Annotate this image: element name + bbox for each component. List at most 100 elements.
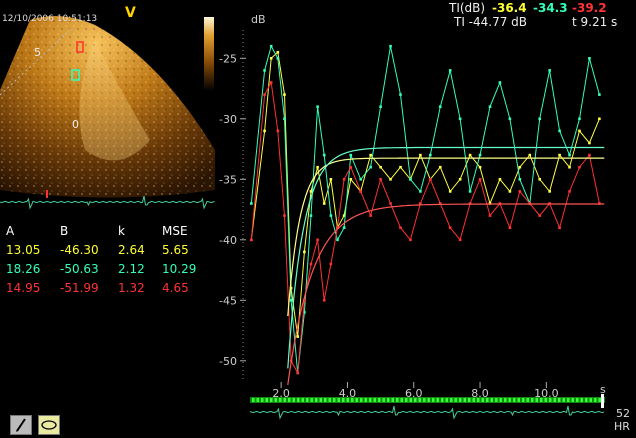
tic-data-point — [508, 117, 512, 121]
timeline-frame-mark — [472, 398, 475, 402]
fit-a: 14.95 — [6, 281, 41, 295]
tic-data-point — [296, 335, 300, 338]
tic-data-point — [309, 262, 313, 266]
tic-data-point — [269, 44, 273, 48]
timeline-frame-mark — [490, 398, 493, 402]
tic-data-point — [578, 165, 581, 169]
timeline-frame-mark — [526, 398, 529, 402]
timeline-frame-mark — [517, 398, 520, 402]
tic-data-point — [379, 178, 382, 181]
tic-data-point — [316, 165, 319, 169]
header-b: B — [60, 224, 69, 238]
tic-data-point — [419, 153, 422, 157]
tic-data-point — [399, 93, 402, 96]
tic-data-point — [329, 214, 333, 217]
tic-data-point — [458, 117, 462, 121]
tic-data-point — [399, 226, 402, 229]
tic-data-point — [349, 165, 353, 169]
tic-data-point — [518, 190, 522, 193]
timeline-frame-mark — [549, 398, 552, 402]
timeline-frame-mark — [445, 398, 448, 402]
grayscale-bar — [204, 17, 214, 91]
timeline-frame-mark — [405, 398, 408, 402]
tic-data-point — [399, 165, 402, 169]
fit-table-header: A B k MSE — [6, 222, 202, 241]
tic-data-point — [448, 190, 452, 193]
tic-data-point — [303, 250, 306, 254]
tic-data-point — [588, 153, 591, 157]
fit-a: 18.26 — [6, 262, 41, 276]
tic-data-point — [429, 178, 432, 181]
tic-data-point — [538, 214, 542, 217]
tic-data-point — [478, 153, 482, 157]
tic-data-point — [498, 178, 502, 181]
tic-series-line — [250, 44, 600, 373]
tic-data-point — [276, 57, 280, 60]
timeline-frame-mark — [423, 398, 426, 402]
tic-data-point — [283, 117, 286, 121]
tic-data-point — [558, 226, 561, 229]
fit-mse: 5.65 — [162, 243, 189, 257]
timeline-frame-mark — [418, 398, 421, 402]
timeline-frame-mark — [414, 398, 417, 402]
tic-data-point — [342, 226, 346, 229]
timeline-frame-mark — [351, 398, 354, 402]
tic-data-point — [322, 202, 326, 205]
tic-data-point — [329, 262, 333, 266]
pencil-icon — [16, 418, 26, 432]
timeline-frame-mark — [463, 398, 466, 402]
tic-data-point — [448, 69, 452, 72]
ultrasound-image: 12/10/2006 10:51:13 V 5 0 — [0, 5, 215, 198]
fit-row-red: 14.95 -51.99 1.32 4.65 — [6, 279, 202, 298]
tic-data-point — [438, 165, 442, 169]
timeline-frame-mark — [594, 398, 597, 402]
timeline-frame-mark — [373, 398, 376, 402]
tic-data-point — [588, 57, 591, 60]
y-tick-label: -40 — [219, 234, 237, 247]
timeline-frame-mark — [382, 398, 385, 402]
timeline-frame-mark — [598, 398, 601, 402]
tic-data-point — [389, 178, 392, 181]
y-tick-label: -30 — [219, 113, 237, 126]
timeline-frame-mark — [360, 398, 363, 402]
tic-data-point — [409, 178, 412, 181]
tic-data-point — [309, 190, 313, 193]
fit-b: -46.30 — [60, 243, 99, 257]
timeline-frame-mark — [387, 398, 390, 402]
tic-data-point — [322, 299, 326, 302]
timeline-frame-mark — [297, 398, 300, 402]
timeline-frame-mark — [378, 398, 381, 402]
tic-data-point — [448, 226, 452, 229]
timeline-frame-mark — [337, 398, 340, 402]
tic-data-point — [588, 141, 591, 145]
timeline-frame-mark — [261, 398, 264, 402]
tic-data-point — [316, 105, 319, 108]
tic-chart: dB s -25-30-35-40-45-50 2.0 4.0 6.0 8.0 10.0 — [219, 13, 606, 400]
tool-palette — [10, 415, 60, 435]
tic-data-point — [309, 214, 313, 217]
tic-data-point — [269, 57, 273, 60]
timeline-frame-mark — [292, 398, 295, 402]
pencil-tool[interactable] — [10, 415, 32, 435]
timeline-frame-mark — [306, 398, 309, 402]
timeline-frame-mark — [283, 398, 286, 402]
timeline-frame-mark — [364, 398, 367, 402]
timeline-frame-mark — [558, 398, 561, 402]
time-readout: t 9.21 s — [572, 15, 617, 29]
timeline-frame-mark — [531, 398, 534, 402]
timeline-frame-mark — [400, 398, 403, 402]
tic-data-point — [478, 165, 482, 169]
timeline-cursor[interactable] — [601, 394, 604, 408]
tic-data-point — [458, 238, 462, 242]
tic-data-point — [349, 153, 353, 157]
tic-data-point — [528, 153, 532, 157]
tic-data-point — [578, 117, 581, 121]
ecg-strip-bottom — [249, 405, 605, 420]
tic-data-point — [518, 178, 522, 181]
timeline-frame-mark — [346, 398, 349, 402]
ellipse-tool[interactable] — [38, 415, 60, 435]
tic-data-point — [558, 129, 561, 133]
tic-data-point — [276, 50, 280, 54]
timeline-frame-mark — [252, 398, 255, 402]
timeline-frame-mark — [319, 398, 322, 402]
